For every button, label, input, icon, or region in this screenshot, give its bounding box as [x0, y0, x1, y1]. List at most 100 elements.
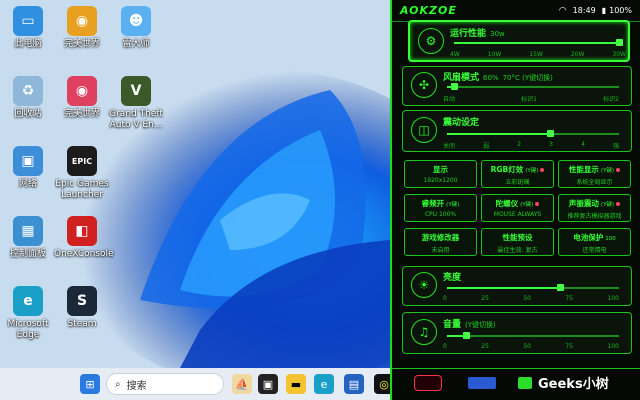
app-icon: ▭	[13, 6, 43, 36]
feature-tile[interactable]: 显示 1920x1200	[404, 160, 477, 188]
feature-tile[interactable]: 游戏修改器 未启用	[404, 228, 477, 256]
panel-header: AOKZOE ◠ 18:49 ▮ 100%	[392, 0, 640, 22]
store-icon[interactable]: ▤	[344, 374, 364, 394]
tile-title: 睿频开 (Y键)	[421, 199, 460, 208]
app-icon: ☻	[121, 6, 151, 36]
performance-title: 运行性能 30w	[450, 29, 505, 39]
windows-start-icon[interactable]: ⊞	[80, 374, 100, 394]
task-view-icon[interactable]: ▣	[258, 374, 278, 394]
fan-title: 风扇模式 60% 70°C (Y键切换)	[443, 73, 553, 83]
vibration-labels: 关闭弱 2 3 4 强	[443, 141, 619, 150]
app-icon: V	[121, 76, 151, 106]
desktop-icon[interactable]: ♻ 回收站	[0, 76, 56, 120]
tile-title: 性能预设	[502, 233, 533, 242]
desktop-icon-label: Epic Games Launcher	[55, 179, 109, 200]
desktop: ▭ 此电脑 ◉ 完美世界 ☻ 雷大师 ♻ 回收站 ◉ 完美世界 V Grand Theft Auto …	[0, 0, 390, 368]
file-explorer-icon[interactable]: ▬	[286, 374, 306, 394]
sun-icon: ☀	[411, 272, 437, 298]
desktop-icon[interactable]: ☻ 雷大师	[108, 6, 164, 50]
desktop-icon[interactable]: ◉ 完美世界	[54, 76, 110, 120]
fan-card[interactable]: ✣ 风扇模式 60% 70°C (Y键切换) 自动 标识1 标识2	[402, 66, 632, 106]
desktop-icon[interactable]: e Microsoft Edge	[0, 286, 56, 341]
battery-level: 100%	[609, 6, 632, 15]
feature-tile[interactable]: 性能预设最佳生效: 复古	[481, 228, 554, 256]
app-icon: EPIC	[67, 146, 97, 176]
brightness-card[interactable]: ☀ 亮度 0 25 50 75 100	[402, 266, 632, 306]
desktop-icon-label: 完美世界	[63, 39, 100, 49]
desktop-icon-label: 此电脑	[14, 39, 42, 49]
desktop-icon-label: 雷大师	[122, 39, 150, 49]
news-widget-icon[interactable]: ⛵	[232, 374, 252, 394]
performance-ticks: 4W 10W 15W 20W 30W	[450, 51, 626, 58]
volume-title: 音量 (Y键切换)	[443, 320, 496, 330]
app-icon: ▦	[13, 216, 43, 246]
status-dot-icon	[535, 202, 540, 206]
fan-icon: ✣	[411, 72, 437, 98]
vibration-title: 震动设定	[443, 118, 480, 128]
desktop-icon-label: 网络	[18, 179, 37, 189]
feature-tile[interactable]: 性能显示 (Y键) 系统全局显示	[558, 160, 631, 188]
desktop-icon[interactable]: ▦ 控制面板	[0, 216, 56, 260]
bottom-strip: Geeks小树	[392, 368, 640, 400]
watermark: Geeks小树	[538, 377, 609, 392]
desktop-icon-label: Microsoft Edge	[7, 319, 49, 340]
volume-card[interactable]: ♫ 音量 (Y键切换) 0 25 50 75 100	[402, 312, 632, 354]
tile-subtitle: 未启用	[431, 247, 450, 254]
tile-subtitle: 系统全局显示	[576, 179, 613, 186]
feature-tile[interactable]: 声振震动 (Y键) 推荐复古模拟器游戏	[558, 194, 631, 222]
desktop-icon-label: Grand Theft Auto V En...	[109, 109, 163, 130]
keyboard-icon[interactable]	[468, 377, 496, 389]
desktop-icon[interactable]: ▭ 此电脑	[0, 6, 56, 50]
app-icon: ▣	[13, 146, 43, 176]
tile-subtitle: 推荐复古模拟器游戏	[567, 213, 622, 220]
tile-title: 游戏修改器	[421, 233, 460, 242]
volume-slider[interactable]	[447, 332, 619, 339]
app-icon: ♻	[13, 76, 43, 106]
edge-icon[interactable]: e	[314, 374, 334, 394]
feature-tile[interactable]: 陀螺仪 (Y键) MOUSE ALWAYS	[481, 194, 554, 222]
desktop-icon[interactable]: ◉ 完美世界	[54, 6, 110, 50]
app-icon: S	[67, 286, 97, 316]
brand-logo: AOKZOE	[400, 4, 457, 17]
vibration-card[interactable]: ◫ 震动设定 关闭弱 2 3 4 强	[402, 110, 632, 152]
desktop-icon[interactable]: EPIC Epic Games Launcher	[54, 146, 110, 201]
feature-tile[interactable]: RGB灯效 (Y键) 五彩斑斓	[481, 160, 554, 188]
performance-card[interactable]: ⚙ 运行性能 30w 4W 10W 15W 20W 30W	[408, 20, 630, 62]
desktop-icon-label: 控制面板	[9, 249, 46, 259]
vibration-slider[interactable]	[447, 130, 619, 137]
app-icon: e	[13, 286, 43, 316]
search-box[interactable]: ⌕ 搜索	[106, 373, 224, 395]
brightness-slider[interactable]	[447, 284, 619, 291]
status-dot-icon	[616, 202, 621, 206]
device-icon[interactable]	[414, 375, 442, 391]
desktop-icon[interactable]: V Grand Theft Auto V En...	[108, 76, 164, 131]
tile-title: 陀螺仪 (Y键)	[482, 198, 553, 209]
desktop-icon[interactable]: S Steam	[54, 286, 110, 330]
feature-tile[interactable]: 电池保护 100 还常情电	[558, 228, 631, 256]
app-icon: ◉	[67, 6, 97, 36]
fan-slider[interactable]	[447, 83, 619, 90]
tile-title: 电池保护 100	[573, 233, 616, 242]
desktop-icon-label: 完美世界	[63, 109, 100, 119]
brightness-title: 亮度	[443, 273, 462, 283]
tile-title: 性能显示 (Y键)	[559, 164, 630, 175]
app-icon: ◧	[67, 216, 97, 246]
desktop-icon[interactable]: ◧ OneXConsole	[54, 216, 114, 260]
tile-subtitle: 还常情电	[582, 247, 607, 254]
tile-subtitle: 1920x1200	[423, 177, 458, 184]
desktop-icon-label: Steam	[67, 319, 97, 329]
tile-title: 显示	[433, 165, 448, 174]
tile-subtitle: CPU 100%	[424, 211, 457, 218]
screenshot-icon[interactable]	[518, 377, 532, 389]
tile-subtitle: 最佳生效: 复古	[497, 247, 538, 254]
tile-subtitle: 五彩斑斓	[505, 179, 530, 186]
app-icon: ◉	[67, 76, 97, 106]
desktop-icon-label: OneXConsole	[54, 249, 114, 259]
battery-icon: ▮	[601, 6, 607, 15]
performance-slider[interactable]	[454, 39, 623, 46]
volume-ticks: 0 25 50 75 100	[443, 343, 619, 350]
desktop-icon[interactable]: ▣ 网络	[0, 146, 56, 190]
music-icon: ♫	[411, 319, 437, 345]
feature-tile[interactable]: 睿频开 (Y键) CPU 100%	[404, 194, 477, 222]
desktop-icon-label: 回收站	[14, 109, 42, 119]
